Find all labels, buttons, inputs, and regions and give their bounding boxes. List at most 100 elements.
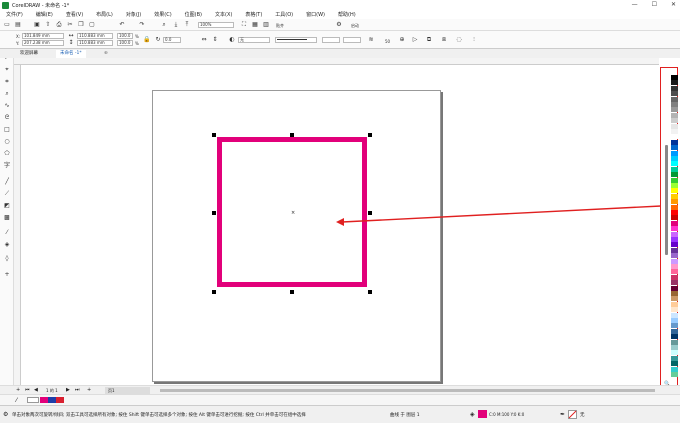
palette-swatch[interactable] [671, 291, 678, 296]
last-page-icon[interactable]: ⏭ [75, 387, 80, 393]
selection-handle[interactable] [212, 290, 216, 294]
shape-tool-icon[interactable]: ⌖ [3, 66, 11, 74]
menu-edit[interactable]: 编辑(E) [36, 11, 53, 18]
open-icon[interactable]: ▤ [14, 21, 22, 29]
cut-icon[interactable]: ✂ [66, 21, 74, 29]
rotation-angle-field[interactable]: 0.0 [163, 37, 181, 43]
align-icon[interactable]: ⫶ [470, 36, 478, 44]
palette-swatch[interactable] [671, 172, 678, 178]
position-x-field[interactable]: 101.849 mm [22, 33, 64, 39]
end-arrow-dropdown[interactable] [343, 37, 361, 43]
palette-swatch[interactable] [671, 301, 678, 307]
parallel-dimension-icon[interactable]: ╱ [3, 178, 11, 186]
artistic-media-icon[interactable]: ᘓ [3, 114, 11, 122]
first-page-icon[interactable]: ⏮ [25, 387, 30, 393]
palette-swatch[interactable] [671, 96, 678, 102]
show-grid-icon[interactable]: ▥ [262, 21, 270, 29]
show-rulers-icon[interactable]: ▦ [251, 21, 259, 29]
convert-to-curves-icon[interactable]: ◌ [455, 36, 463, 44]
no-outline-icon[interactable] [568, 410, 577, 419]
import-icon[interactable]: ⤓ [172, 21, 180, 29]
palette-swatch[interactable] [671, 80, 678, 86]
new-tab-icon[interactable]: ⊕ [100, 50, 112, 58]
menu-bitmaps[interactable]: 位图(B) [185, 11, 202, 18]
palette-swatch[interactable] [671, 237, 678, 242]
palette-swatch[interactable] [671, 226, 678, 232]
ellipse-tool-icon[interactable]: ○ [3, 138, 11, 146]
snap-to-dropdown[interactable]: 贴齐 [276, 23, 284, 29]
palette-swatch[interactable] [671, 150, 678, 156]
menu-text[interactable]: 文本(X) [215, 11, 232, 18]
palette-swatch[interactable] [671, 220, 678, 226]
palette-swatch[interactable] [671, 123, 678, 129]
paste-icon[interactable]: ▢ [88, 21, 96, 29]
prev-page-icon[interactable]: ◀ [34, 387, 38, 393]
upload-icon[interactable]: ⇧ [44, 21, 52, 29]
menu-tools[interactable]: 工具(O) [275, 11, 293, 18]
palette-swatch[interactable] [671, 85, 678, 91]
palette-swatch[interactable] [671, 129, 678, 134]
fill-dropdown[interactable]: 无 [238, 37, 270, 43]
palette-swatch[interactable] [671, 350, 678, 356]
selection-handle[interactable] [368, 290, 372, 294]
connector-tool-icon[interactable]: ⟋ [3, 190, 11, 198]
palette-swatch[interactable] [671, 102, 678, 107]
wrap-text-icon[interactable]: ▷ [411, 36, 419, 44]
add-page-icon[interactable]: + [16, 387, 20, 393]
outline-style-dropdown[interactable] [275, 37, 317, 43]
text-tool-icon[interactable]: 字 [3, 162, 11, 170]
palette-swatch[interactable] [671, 269, 678, 275]
palette-swatch[interactable] [671, 107, 678, 113]
horizontal-scrollbar[interactable] [160, 389, 655, 392]
doc-swatch-blue[interactable] [48, 397, 56, 403]
selection-handle[interactable] [368, 133, 372, 137]
palette-swatch[interactable] [671, 334, 678, 340]
doc-swatch-magenta[interactable] [40, 397, 48, 403]
palette-swatch[interactable] [671, 323, 678, 329]
palette-swatch[interactable] [671, 188, 678, 194]
position-y-field[interactable]: 207.238 mm [22, 40, 64, 46]
palette-swatch[interactable] [671, 161, 678, 167]
scale-height-field[interactable]: 100.0 [117, 40, 133, 46]
palette-swatch[interactable] [671, 307, 678, 313]
horizontal-ruler[interactable] [14, 58, 659, 65]
to-back-icon[interactable]: ⧈ [440, 36, 448, 44]
application-launcher-dropdown[interactable]: 启动 [351, 23, 359, 29]
search-icon[interactable]: ⌕ [160, 21, 168, 29]
scale-width-field[interactable]: 100.0 [117, 33, 133, 39]
palette-swatch[interactable] [671, 145, 678, 151]
palette-swatch[interactable] [671, 156, 678, 161]
page-tab[interactable]: 页1 [105, 387, 150, 394]
full-screen-icon[interactable]: ⛶ [240, 21, 248, 29]
palette-swatch[interactable] [671, 134, 678, 140]
palette-swatch[interactable] [671, 361, 678, 367]
palette-swatch[interactable] [671, 75, 678, 80]
copy-icon[interactable]: ❐ [77, 21, 85, 29]
color-eyedropper-icon[interactable]: ⁄ [16, 397, 17, 404]
menu-view[interactable]: 查看(V) [66, 11, 83, 18]
palette-swatch[interactable] [671, 280, 678, 286]
polygon-tool-icon[interactable]: ⬠ [3, 150, 11, 158]
selection-handle[interactable] [212, 211, 216, 215]
palette-swatch[interactable] [671, 183, 678, 188]
fill-color-swatch[interactable] [478, 410, 487, 418]
palette-swatch[interactable] [671, 247, 678, 253]
smart-fill-icon[interactable]: ◊ [3, 255, 11, 263]
menu-effects[interactable]: 效果(C) [154, 11, 171, 18]
print-icon[interactable]: ⎙ [55, 21, 63, 29]
palette-swatch[interactable] [671, 328, 678, 334]
outline-size-value[interactable]: 50 [385, 39, 390, 44]
palette-swatch[interactable] [671, 318, 678, 323]
menu-help[interactable]: 帮助(H) [338, 11, 356, 18]
undo-icon[interactable]: ↶ [118, 21, 126, 29]
transparency-tool-icon[interactable]: ▩ [3, 214, 11, 222]
freehand-tool-icon[interactable]: ∿ [3, 102, 11, 110]
palette-swatch[interactable] [671, 274, 678, 280]
add-page-end-icon[interactable]: + [87, 387, 91, 393]
minimize-button[interactable]: — [632, 1, 638, 8]
settings-gear-icon[interactable]: ⚙ [3, 411, 8, 418]
mirror-vertical-icon[interactable]: ⇕ [211, 36, 219, 44]
palette-swatch[interactable] [671, 215, 678, 221]
palette-swatch[interactable] [671, 210, 678, 215]
palette-swatch[interactable] [671, 91, 678, 97]
